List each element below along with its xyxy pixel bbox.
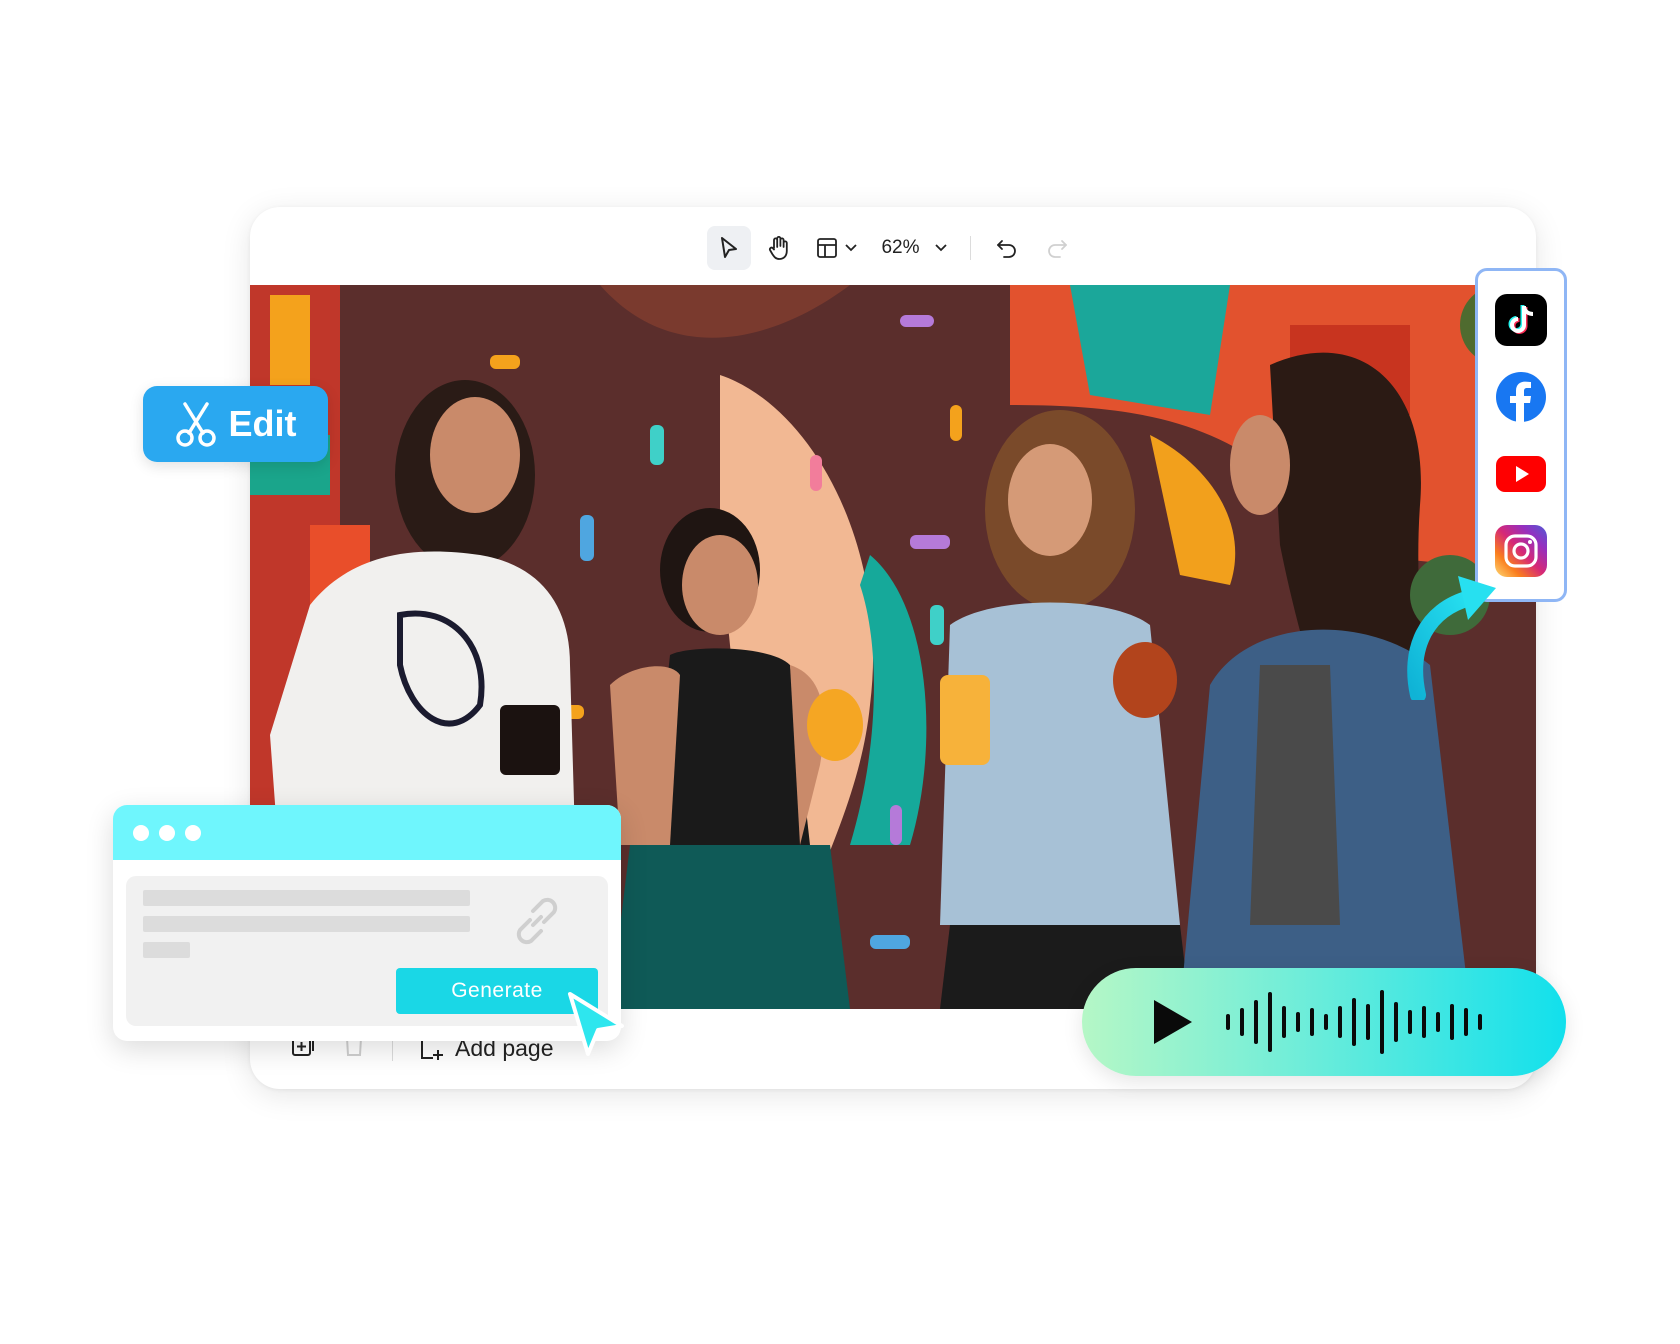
- window-dot: [133, 825, 149, 841]
- scissors-icon: [175, 400, 219, 448]
- toolbar-divider: [970, 236, 971, 260]
- select-tool-button[interactable]: [707, 226, 751, 270]
- zoom-level: 62%: [881, 237, 919, 259]
- share-arrow-icon: [1400, 570, 1500, 700]
- link-icon: [506, 890, 568, 952]
- redo-icon: [1045, 237, 1069, 259]
- instagram-button[interactable]: [1495, 525, 1547, 577]
- canvas-toolbar: 62%: [250, 225, 1536, 271]
- tiktok-icon: [1505, 303, 1537, 337]
- undo-button[interactable]: [985, 226, 1029, 270]
- waveform-icon: [1224, 988, 1504, 1056]
- window-titlebar: [113, 805, 621, 860]
- undo-icon: [995, 237, 1019, 259]
- youtube-button[interactable]: [1495, 448, 1547, 500]
- mouse-pointer-icon: [566, 990, 628, 1060]
- play-icon: [1148, 996, 1196, 1048]
- redo-button[interactable]: [1035, 226, 1079, 270]
- hand-tool-button[interactable]: [757, 226, 801, 270]
- placeholder-line: [143, 916, 470, 932]
- edit-badge[interactable]: Edit: [143, 386, 328, 462]
- instagram-icon: [1503, 533, 1539, 569]
- layout-icon: [816, 237, 838, 259]
- cursor-arrow-icon: [718, 236, 740, 260]
- hand-icon: [767, 235, 791, 261]
- youtube-icon: [1496, 456, 1546, 492]
- window-dot: [185, 825, 201, 841]
- zoom-dropdown[interactable]: 62%: [873, 237, 955, 259]
- placeholder-line: [143, 942, 190, 958]
- social-share-panel: [1475, 268, 1567, 602]
- layout-dropdown[interactable]: [807, 226, 867, 270]
- facebook-button[interactable]: [1495, 371, 1547, 423]
- tiktok-button[interactable]: [1495, 294, 1547, 346]
- chevron-down-icon: [934, 243, 948, 253]
- chevron-down-icon: [844, 243, 858, 253]
- window-dot: [159, 825, 175, 841]
- edit-label: Edit: [229, 403, 297, 445]
- placeholder-line: [143, 890, 470, 906]
- facebook-icon: [1495, 371, 1547, 423]
- audio-player[interactable]: [1082, 968, 1566, 1076]
